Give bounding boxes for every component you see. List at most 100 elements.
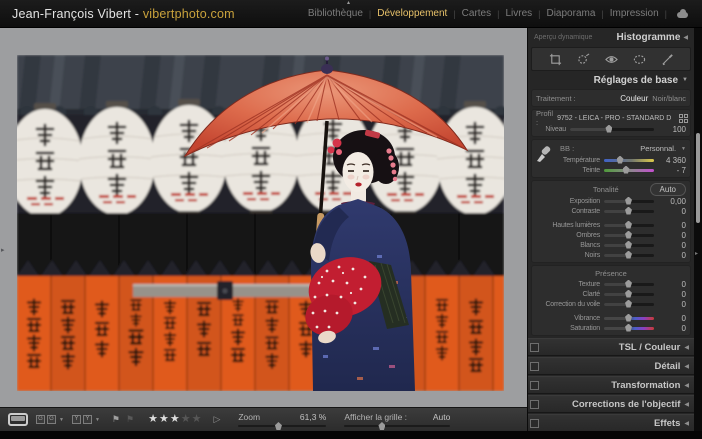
dark-fence [17, 213, 504, 276]
highlights-value[interactable]: 0 [658, 221, 686, 230]
wb-preset-value[interactable]: Personnal. [640, 144, 676, 153]
dehaze-value[interactable]: 0 [658, 300, 686, 309]
panel-header-detail[interactable]: Détail ◀ [528, 357, 694, 375]
whites-slider[interactable] [604, 244, 654, 247]
profile-value[interactable]: 9752 - LEICA - PRO - STANDARD D [557, 115, 671, 122]
texture-value[interactable]: 0 [658, 280, 686, 289]
star-icon[interactable]: ★ [148, 414, 158, 425]
vibrance-slider[interactable] [604, 317, 654, 320]
collapse-arrow-icon[interactable]: ◀ [683, 34, 688, 41]
panel-header-effects[interactable]: Effets ◀ [528, 414, 694, 431]
shadows-slider[interactable] [604, 234, 654, 237]
panel-title: TSL / Couleur [619, 342, 681, 353]
module-separator: | [453, 9, 455, 19]
star-icon[interactable]: ★ [170, 414, 180, 425]
pick-flag-icon[interactable]: ⚑ [112, 415, 120, 424]
module-map[interactable]: Cartes [462, 8, 491, 19]
zoom-value[interactable]: 61,3 % [300, 412, 326, 422]
panel-toggle-switch[interactable] [530, 343, 539, 352]
develop-toolbar: G G ▼ Y Y ▼ ⚑ ⚑ ★ ★ ★ ★ ★ ▷ Zoom 61,3 % [0, 407, 527, 431]
tint-slider[interactable] [604, 169, 654, 172]
module-separator: | [538, 9, 540, 19]
exposure-slider[interactable] [604, 200, 654, 203]
basic-panel-header[interactable]: Réglages de base ▼ [528, 72, 694, 88]
loupe-view-button[interactable] [8, 413, 28, 426]
sync-cloud-icon[interactable] [675, 9, 690, 19]
module-book[interactable]: Livres [505, 8, 532, 19]
play-slideshow-icon[interactable]: ▷ [213, 414, 220, 425]
star-icon[interactable]: ★ [181, 414, 191, 425]
panel-header-transform[interactable]: Transformation ◀ [528, 376, 694, 394]
star-icon[interactable]: ★ [192, 414, 202, 425]
collapse-arrow-icon: ◀ [684, 363, 689, 370]
panel-toggle-switch[interactable] [530, 419, 539, 428]
split-view-icon: Y [83, 415, 92, 424]
panel-header-lens-corrections[interactable]: Corrections de l'objectif ◀ [528, 395, 694, 413]
reject-flag-icon[interactable]: ⚑ [126, 415, 134, 424]
panel-toggle-switch[interactable] [530, 362, 539, 371]
left-panel-collapse-arrow[interactable]: ▸ [1, 246, 5, 254]
crop-overlay-icon[interactable] [549, 53, 562, 66]
spot-removal-icon[interactable] [577, 53, 590, 66]
grid-value[interactable]: Auto [433, 412, 451, 422]
saturation-value[interactable]: 0 [658, 324, 686, 333]
zoom-control: Zoom 61,3 % [238, 412, 326, 427]
module-slideshow[interactable]: Diaporama [546, 8, 595, 19]
adjustment-brush-icon[interactable] [661, 53, 674, 66]
panel-title: Transformation [611, 380, 680, 391]
profile-amount-slider[interactable] [570, 128, 654, 131]
exposure-value[interactable]: 0,00 [658, 197, 686, 206]
clarity-slider[interactable] [604, 293, 654, 296]
tint-value[interactable]: - 7 [658, 166, 686, 175]
top-panel-collapse-arrow[interactable]: ▴ [347, 0, 350, 6]
before-after-icon: G [47, 415, 56, 424]
saturation-slider[interactable] [604, 327, 654, 330]
panel-header-hsl[interactable]: TSL / Couleur ◀ [528, 338, 694, 356]
star-icon[interactable]: ★ [159, 414, 169, 425]
before-after-view-button[interactable]: G G ▼ [36, 415, 64, 424]
develop-right-panel: Aperçu dynamique Histogramme ◀ Réglages … [527, 28, 694, 431]
module-library[interactable]: Bibliothèque [308, 8, 363, 19]
chevron-down-icon[interactable]: ▼ [59, 417, 64, 423]
whites-value[interactable]: 0 [658, 241, 686, 250]
shadows-value[interactable]: 0 [658, 231, 686, 240]
profile-amount-value[interactable]: 100 [658, 125, 686, 134]
identity-site: vibertphoto.com [143, 7, 235, 21]
module-develop[interactable]: Développement [377, 8, 447, 19]
highlights-slider[interactable] [604, 224, 654, 227]
smart-preview-status[interactable]: Aperçu dynamique [534, 34, 592, 41]
histogram-panel-header[interactable]: Histogramme [616, 32, 680, 43]
treatment-color-option[interactable]: Couleur [620, 94, 648, 103]
chevron-down-icon[interactable]: ▼ [681, 146, 686, 152]
contrast-value[interactable]: 0 [658, 207, 686, 216]
dehaze-label: Correction du voile [536, 301, 600, 308]
clarity-value[interactable]: 0 [658, 290, 686, 299]
panel-scrollbar-thumb[interactable] [696, 133, 700, 223]
auto-tone-button[interactable]: Auto [650, 183, 686, 196]
texture-slider[interactable] [604, 283, 654, 286]
profile-browser-icon[interactable] [679, 114, 688, 123]
chevron-down-icon[interactable]: ▼ [95, 417, 100, 423]
grid-slider[interactable] [344, 425, 450, 427]
whites-label: Blancs [536, 242, 600, 249]
split-view-button[interactable]: Y Y ▼ [72, 415, 100, 424]
panel-toggle-switch[interactable] [530, 381, 539, 390]
module-print[interactable]: Impression [610, 8, 659, 19]
contrast-slider[interactable] [604, 210, 654, 213]
umbrella-cap [321, 64, 333, 74]
temperature-slider[interactable] [604, 159, 654, 162]
panel-toggle-switch[interactable] [530, 400, 539, 409]
right-panel-collapse-arrow[interactable]: ▸ [695, 250, 698, 257]
zoom-slider[interactable] [238, 425, 326, 427]
radial-filter-icon[interactable] [633, 53, 646, 66]
grid-overlay-control: Afficher la grille : Auto [344, 412, 450, 427]
vibrance-value[interactable]: 0 [658, 314, 686, 323]
red-eye-icon[interactable] [605, 53, 618, 66]
treatment-bw-option[interactable]: Noir/blanc [652, 94, 686, 103]
panel-title: Détail [655, 361, 681, 372]
temperature-value[interactable]: 4 360 [658, 156, 686, 165]
dehaze-slider[interactable] [604, 303, 654, 306]
blacks-value[interactable]: 0 [658, 251, 686, 260]
wb-eyedropper-icon[interactable] [535, 145, 551, 163]
blacks-slider[interactable] [604, 254, 654, 257]
